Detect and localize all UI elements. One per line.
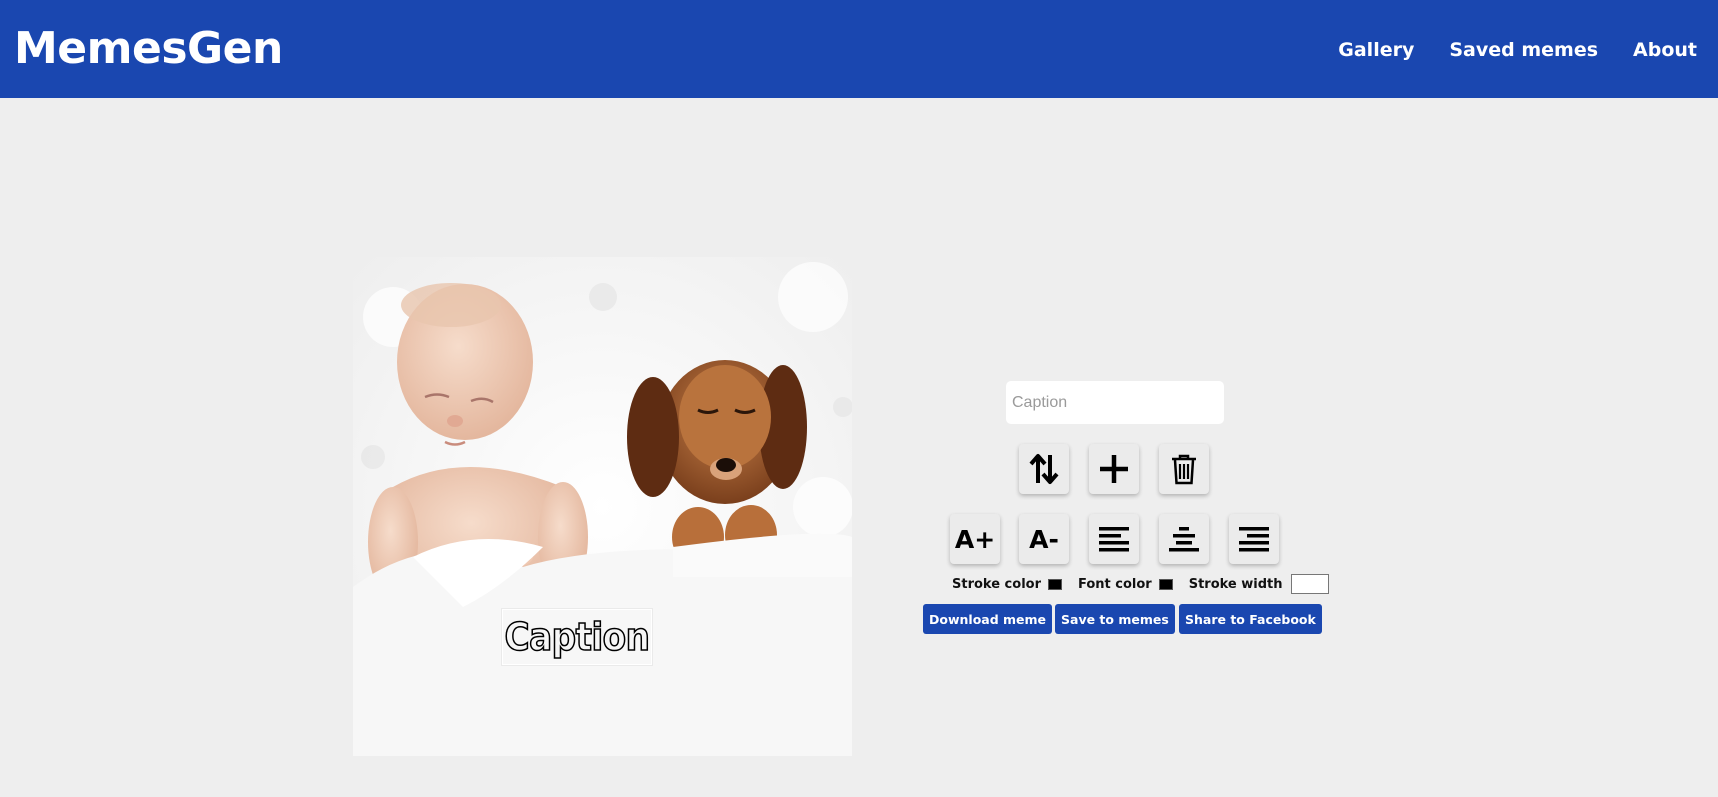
stroke-width-label: Stroke width bbox=[1188, 576, 1283, 592]
style-settings: Stroke color Font color Stroke width bbox=[952, 574, 1329, 594]
stroke-color-label: Stroke color bbox=[952, 576, 1041, 592]
meme-image bbox=[353, 257, 852, 756]
add-line-button[interactable] bbox=[1089, 444, 1139, 494]
increase-font-button[interactable]: A+ bbox=[950, 514, 1000, 564]
save-to-memes-button[interactable]: Save to memes bbox=[1055, 604, 1175, 634]
increase-font-label: A+ bbox=[954, 524, 996, 554]
decrease-font-button[interactable]: A- bbox=[1019, 514, 1069, 564]
nav-saved-memes[interactable]: Saved memes bbox=[1449, 37, 1598, 63]
swap-vertical-icon bbox=[1029, 454, 1059, 484]
caption-text: Caption bbox=[504, 614, 651, 660]
nav-about[interactable]: About bbox=[1633, 37, 1697, 63]
align-right-button[interactable] bbox=[1229, 514, 1279, 564]
align-center-icon bbox=[1169, 527, 1199, 552]
share-facebook-button[interactable]: Share to Facebook bbox=[1179, 604, 1322, 634]
font-color-label: Font color bbox=[1078, 576, 1152, 592]
align-right-icon bbox=[1239, 527, 1269, 552]
switch-line-button[interactable] bbox=[1019, 444, 1069, 494]
stroke-width-input[interactable] bbox=[1290, 574, 1329, 594]
meme-canvas[interactable]: Caption bbox=[353, 257, 852, 756]
plus-icon bbox=[1100, 455, 1128, 483]
caption-overlay[interactable]: Caption bbox=[502, 609, 652, 665]
caption-input[interactable] bbox=[1006, 381, 1224, 424]
site-logo[interactable]: MemesGen bbox=[14, 22, 283, 76]
delete-line-button[interactable] bbox=[1159, 444, 1209, 494]
main-nav: Gallery Saved memes About bbox=[1338, 37, 1697, 63]
align-left-icon bbox=[1099, 527, 1129, 552]
download-meme-button[interactable]: Download meme bbox=[923, 604, 1053, 634]
nav-gallery[interactable]: Gallery bbox=[1338, 37, 1414, 63]
align-left-button[interactable] bbox=[1089, 514, 1139, 564]
decrease-font-label: A- bbox=[1029, 524, 1059, 554]
trash-icon bbox=[1172, 454, 1196, 485]
font-color-picker[interactable] bbox=[1158, 578, 1173, 590]
align-center-button[interactable] bbox=[1159, 514, 1209, 564]
stroke-color-picker[interactable] bbox=[1048, 578, 1062, 590]
top-bar: MemesGen Gallery Saved memes About bbox=[0, 0, 1718, 98]
